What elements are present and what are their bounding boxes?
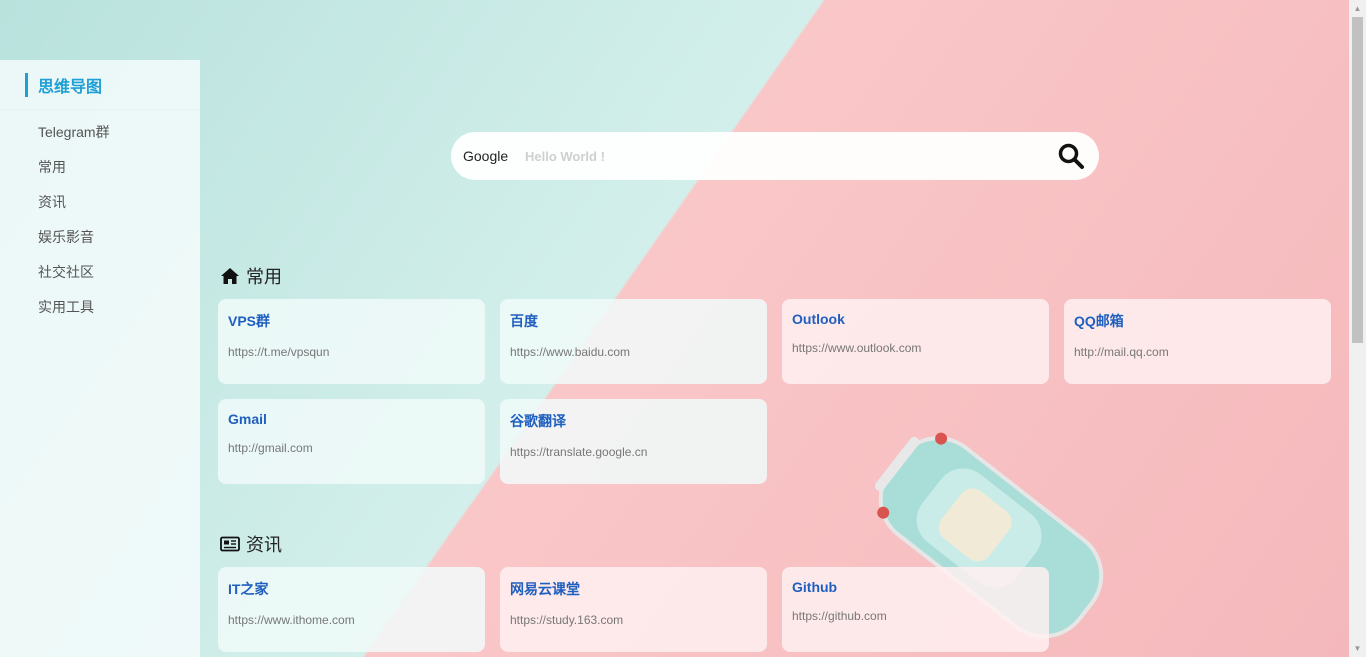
- card-name: IT之家: [228, 581, 269, 597]
- home-icon: [221, 268, 239, 284]
- link-card[interactable]: VPS群 https://t.me/vpsqun: [218, 299, 485, 384]
- sidebar: 思维导图 Telegram群 常用 资讯 娱乐影音 社交社区 实用工具: [0, 60, 200, 657]
- sidebar-item-common[interactable]: 常用: [0, 150, 200, 185]
- section-title-text: 常用: [246, 267, 282, 287]
- card-name: 百度: [510, 313, 538, 329]
- link-card[interactable]: IT之家 https://www.ithome.com: [218, 567, 485, 652]
- card-url: https://www.outlook.com: [792, 341, 922, 355]
- link-card[interactable]: Gmail http://gmail.com: [218, 399, 485, 484]
- card-name: QQ邮箱: [1074, 313, 1124, 329]
- card-name: 谷歌翻译: [510, 413, 566, 429]
- search-engine-selector[interactable]: Google: [463, 148, 523, 164]
- search-icon[interactable]: [1057, 142, 1085, 170]
- card-name: Outlook: [792, 311, 845, 327]
- card-url: https://study.163.com: [510, 613, 624, 627]
- link-card[interactable]: 百度 https://www.baidu.com: [500, 299, 767, 384]
- sidebar-item-social[interactable]: 社交社区: [0, 255, 200, 290]
- card-url: https://github.com: [792, 609, 887, 623]
- link-card[interactable]: Outlook https://www.outlook.com: [782, 299, 1049, 384]
- section-title-news: 资讯: [220, 531, 282, 557]
- newspaper-icon: [220, 536, 240, 552]
- card-url: https://t.me/vpsqun: [228, 345, 330, 359]
- sidebar-item-entertainment[interactable]: 娱乐影音: [0, 220, 200, 255]
- card-url: http://mail.qq.com: [1074, 345, 1169, 359]
- search-input[interactable]: [525, 148, 1057, 164]
- search-bar: Google: [451, 132, 1099, 180]
- link-card[interactable]: 网易云课堂 https://study.163.com: [500, 567, 767, 652]
- link-card[interactable]: 谷歌翻译 https://translate.google.cn: [500, 399, 767, 484]
- sidebar-nav: Telegram群 常用 资讯 娱乐影音 社交社区 实用工具: [0, 110, 200, 325]
- sidebar-header: 思维导图: [0, 60, 200, 110]
- section-title-common: 常用: [220, 263, 282, 289]
- card-url: https://translate.google.cn: [510, 445, 648, 459]
- scroll-down-icon[interactable]: ▼: [1349, 640, 1366, 657]
- link-card[interactable]: Github https://github.com: [782, 567, 1049, 652]
- sidebar-title[interactable]: 思维导图: [38, 73, 102, 97]
- card-url: https://www.baidu.com: [510, 345, 631, 359]
- sidebar-item-tools[interactable]: 实用工具: [0, 290, 200, 325]
- section-title-text: 资讯: [246, 535, 282, 555]
- card-name: 网易云课堂: [510, 581, 580, 597]
- card-url: https://www.ithome.com: [228, 613, 355, 627]
- card-name: VPS群: [228, 313, 271, 329]
- vertical-scrollbar[interactable]: ▲ ▼: [1349, 0, 1366, 657]
- sidebar-accent-bar: [25, 72, 28, 97]
- card-name: Github: [792, 579, 838, 595]
- card-url: http://gmail.com: [228, 441, 313, 455]
- sidebar-item-telegram[interactable]: Telegram群: [0, 115, 200, 150]
- scroll-up-icon[interactable]: ▲: [1349, 0, 1366, 17]
- card-name: Gmail: [228, 411, 267, 427]
- sidebar-item-news[interactable]: 资讯: [0, 185, 200, 220]
- scrollbar-thumb[interactable]: [1352, 17, 1363, 343]
- link-card[interactable]: QQ邮箱 http://mail.qq.com: [1064, 299, 1331, 384]
